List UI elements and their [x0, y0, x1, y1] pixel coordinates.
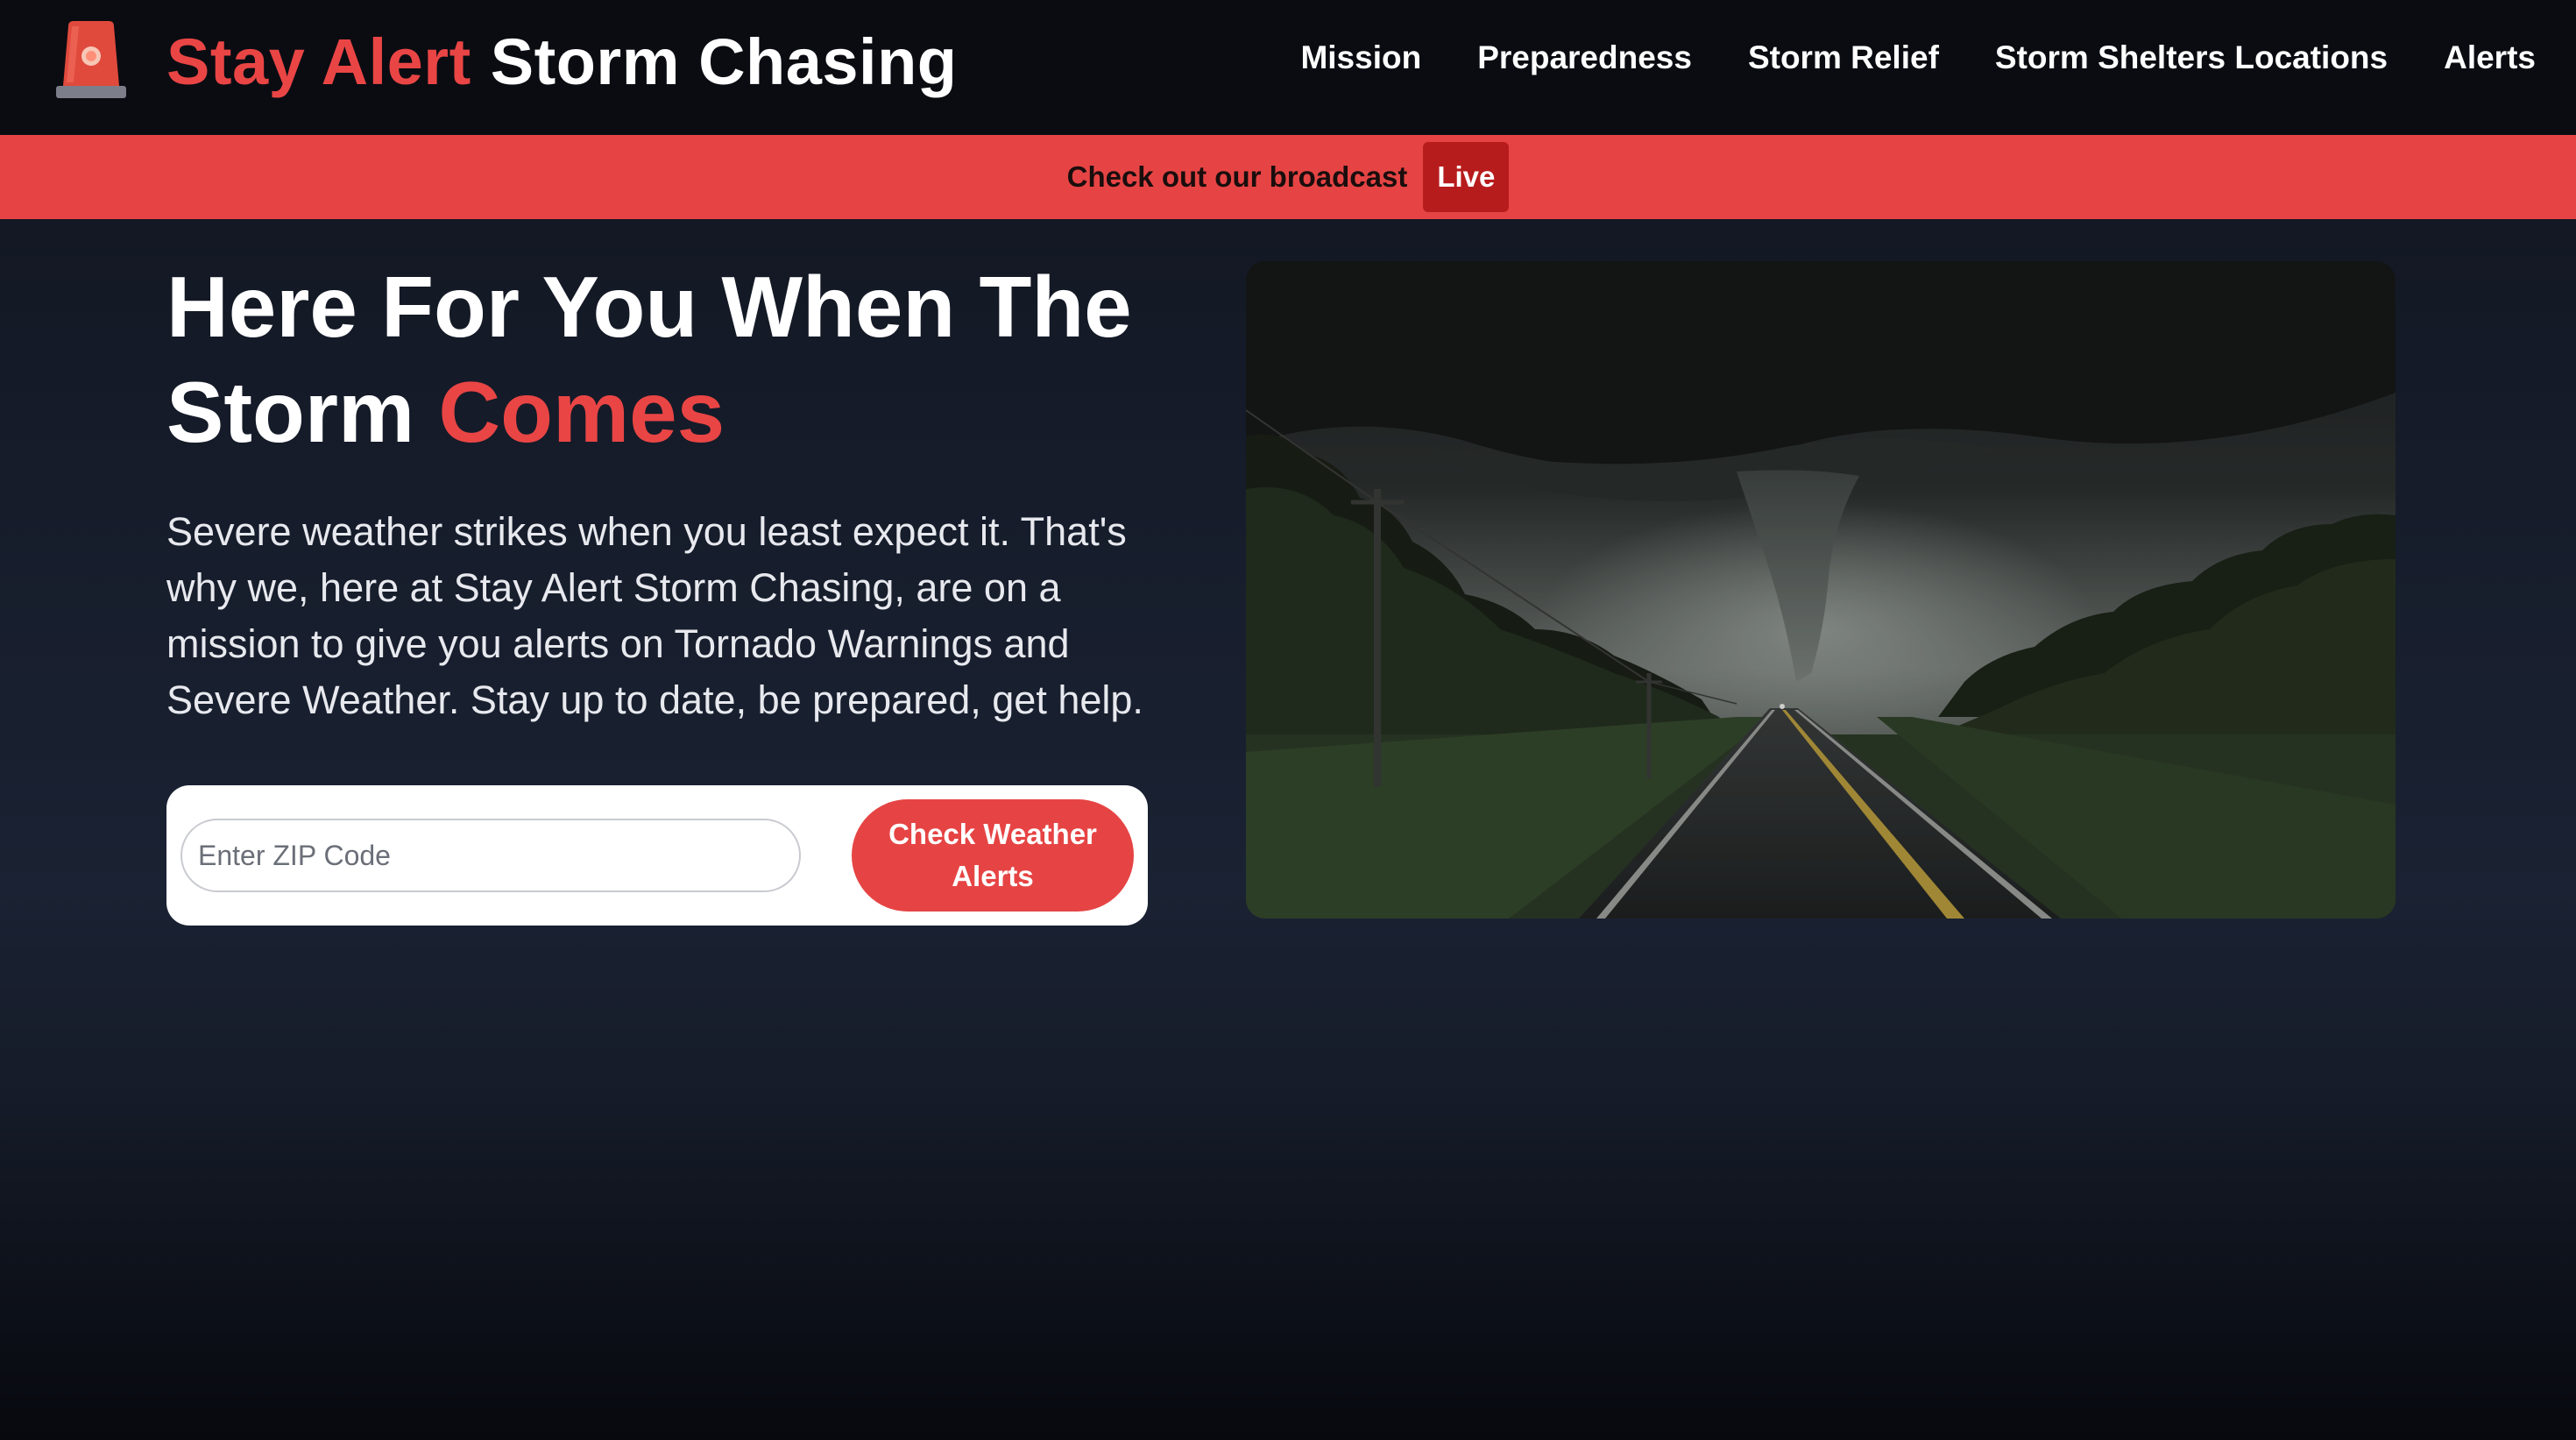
zip-form: Check Weather Alerts	[166, 785, 1148, 926]
siren-icon[interactable]	[53, 19, 130, 100]
hero-description: Severe weather strikes when you least ex…	[166, 509, 1143, 722]
live-button[interactable]: Live	[1423, 142, 1510, 212]
site-header: Stay Alert Storm Chasing Mission Prepare…	[0, 0, 2576, 135]
nav-storm-relief[interactable]: Storm Relief	[1748, 39, 1939, 76]
check-weather-alerts-button[interactable]: Check Weather Alerts	[852, 799, 1134, 912]
headline-accent: Comes	[438, 364, 725, 460]
nav-mission[interactable]: Mission	[1300, 39, 1421, 76]
brand-rest: Storm Chasing	[490, 25, 958, 98]
zip-code-input[interactable]	[180, 819, 801, 892]
nav-preparedness[interactable]: Preparedness	[1477, 39, 1692, 76]
hero-headline: Here For You When The Storm Comes	[166, 254, 1174, 465]
brand-accent: Stay Alert	[166, 25, 471, 98]
broadcast-banner: Check out our broadcast Live	[0, 135, 2576, 219]
nav-alerts[interactable]: Alerts	[2444, 39, 2536, 76]
tornado-photo	[1246, 261, 2396, 919]
nav-storm-shelters-locations[interactable]: Storm Shelters Locations	[1995, 39, 2388, 76]
main-nav: Mission Preparedness Storm Relief Storm …	[1300, 32, 2536, 84]
broadcast-text: Check out our broadcast	[1066, 160, 1408, 193]
brand-title[interactable]: Stay Alert Storm Chasing	[166, 21, 958, 102]
